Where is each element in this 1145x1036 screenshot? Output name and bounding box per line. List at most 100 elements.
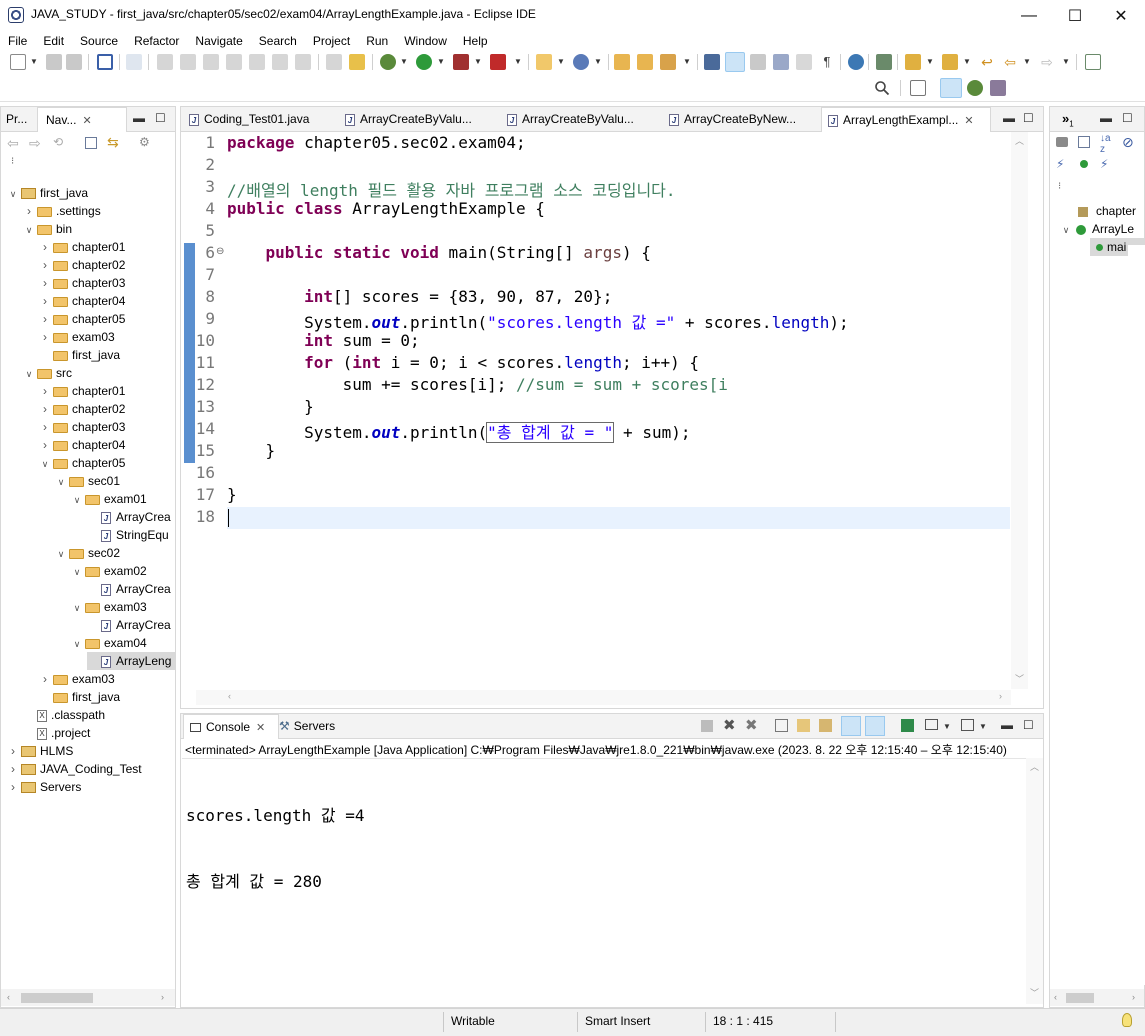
- hide-static-icon[interactable]: ⚡: [1056, 157, 1064, 171]
- minimize-button[interactable]: —: [1006, 0, 1052, 31]
- step-over-icon[interactable]: [272, 54, 288, 70]
- remove-all-launches-icon[interactable]: ✖: [745, 716, 758, 734]
- close-icon[interactable]: ✕: [964, 115, 973, 127]
- collapse-chevron-icon[interactable]: ›: [39, 670, 51, 688]
- tab-array-create-by-new[interactable]: J ArrayCreateByNew...: [665, 107, 824, 131]
- minimize-view-icon[interactable]: ▬: [1100, 111, 1112, 125]
- tab-package-explorer[interactable]: Pr...: [1, 107, 40, 131]
- collapse-chevron-icon[interactable]: ›: [39, 382, 51, 400]
- tree-item[interactable]: › chapter02: [39, 400, 125, 418]
- pin-editor-icon[interactable]: [1085, 54, 1101, 70]
- search-tool-icon[interactable]: [660, 54, 676, 70]
- tree-item[interactable]: › chapter03: [39, 274, 125, 292]
- menu-help[interactable]: Help: [455, 31, 496, 51]
- tree-item[interactable]: J StringEqu: [87, 526, 169, 544]
- close-icon[interactable]: ✕: [82, 115, 91, 127]
- outline-item-class[interactable]: ∨ ArrayLe: [1060, 220, 1134, 238]
- tree-item[interactable]: › chapter04: [39, 436, 125, 454]
- menu-project[interactable]: Project: [305, 31, 358, 51]
- menu-edit[interactable]: Edit: [35, 31, 72, 51]
- tree-item[interactable]: ∨ chapter05: [39, 454, 126, 473]
- tab-array-length-example[interactable]: J ArrayLengthExampl... ✕: [821, 107, 991, 132]
- tree-item[interactable]: ∨ first_java: [7, 184, 88, 202]
- link-with-editor-icon[interactable]: ⇆: [107, 134, 119, 151]
- collapse-chevron-icon[interactable]: ›: [39, 400, 51, 418]
- collapse-chevron-icon[interactable]: ›: [39, 256, 51, 274]
- back-nav-icon[interactable]: ⇦: [7, 135, 19, 152]
- tree-item[interactable]: X .classpath: [23, 706, 105, 724]
- tree-item[interactable]: › exam03: [39, 328, 115, 346]
- toggle-mark-occurrences-icon[interactable]: [704, 54, 720, 70]
- tree-item[interactable]: › chapter01: [39, 382, 125, 400]
- sort-icon[interactable]: ↓a z: [1100, 133, 1111, 155]
- debug-perspective-icon[interactable]: [967, 80, 983, 96]
- save-icon[interactable]: [46, 54, 62, 70]
- servers-tool-icon[interactable]: [876, 54, 892, 70]
- disconnect-icon[interactable]: [226, 54, 242, 70]
- up-nav-icon[interactable]: ⟲: [53, 135, 63, 149]
- suspend-icon[interactable]: [180, 54, 196, 70]
- last-edit-icon[interactable]: ↩: [979, 54, 995, 70]
- expand-chevron-icon[interactable]: ∨: [71, 599, 83, 617]
- tree-item[interactable]: X .project: [23, 724, 90, 742]
- collapse-chevron-icon[interactable]: ›: [39, 274, 51, 292]
- tree-item[interactable]: › JAVA_Coding_Test: [7, 760, 142, 778]
- back-icon[interactable]: ⇦: [1002, 54, 1018, 70]
- collapse-chevron-icon[interactable]: ›: [39, 436, 51, 454]
- scroll-lock-icon[interactable]: [797, 719, 810, 732]
- open-task-icon[interactable]: [637, 54, 653, 70]
- menu-source[interactable]: Source: [72, 31, 126, 51]
- expand-chevron-icon[interactable]: ∨: [71, 563, 83, 581]
- show-on-error-icon[interactable]: [865, 716, 885, 736]
- step-into-icon[interactable]: [249, 54, 265, 70]
- tree-item[interactable]: › exam03: [39, 670, 115, 688]
- tab-coding-test01[interactable]: J Coding_Test01.java: [185, 107, 339, 131]
- next-annotation-icon[interactable]: [905, 54, 921, 70]
- tree-item[interactable]: › chapter05: [39, 310, 125, 328]
- drop-to-frame-icon[interactable]: [326, 54, 342, 70]
- search-icon[interactable]: [874, 80, 890, 96]
- tab-console[interactable]: Console ✕: [183, 714, 279, 739]
- collapse-chevron-icon[interactable]: ›: [39, 310, 51, 328]
- outline-item-package[interactable]: chapter: [1078, 202, 1136, 220]
- tab-array-create-by-value-1[interactable]: J ArrayCreateByValu...: [341, 107, 500, 131]
- word-wrap-console-icon[interactable]: [819, 719, 832, 732]
- previous-annotation-icon[interactable]: [942, 54, 958, 70]
- collapse-chevron-icon[interactable]: ›: [7, 778, 19, 796]
- menu-navigate[interactable]: Navigate: [187, 31, 250, 51]
- tree-item[interactable]: › HLMS: [7, 742, 73, 760]
- step-return-icon[interactable]: [295, 54, 311, 70]
- menu-window[interactable]: Window: [396, 31, 455, 51]
- collapse-chevron-icon[interactable]: ›: [7, 742, 19, 760]
- debug-icon[interactable]: [380, 54, 396, 70]
- forward-icon[interactable]: ⇨: [1039, 54, 1055, 70]
- expand-chevron-icon[interactable]: ∨: [55, 545, 67, 563]
- git-perspective-icon[interactable]: [990, 80, 1006, 96]
- tree-item[interactable]: J ArrayCrea: [87, 508, 171, 526]
- expand-chevron-icon[interactable]: ∨: [39, 455, 51, 473]
- more-icon[interactable]: ⁝: [1058, 181, 1061, 192]
- tree-item[interactable]: ∨ src: [23, 364, 72, 382]
- tab-servers[interactable]: ⚒ Servers: [279, 714, 349, 738]
- collapse-all-icon[interactable]: [1078, 136, 1090, 148]
- expand-chevron-icon[interactable]: ∨: [71, 491, 83, 509]
- toggle-highlight-icon[interactable]: [725, 52, 745, 72]
- maximize-view-icon[interactable]: ☐: [1023, 718, 1034, 732]
- console-vscrollbar[interactable]: ︿ ﹀: [1026, 758, 1043, 1004]
- tree-item[interactable]: › chapter01: [39, 238, 125, 256]
- tab-array-create-by-value-2[interactable]: J ArrayCreateByValu...: [503, 107, 662, 131]
- tree-item[interactable]: › .settings: [23, 202, 101, 220]
- new-java-project-icon[interactable]: [536, 54, 552, 70]
- terminate-icon[interactable]: [203, 54, 219, 70]
- web-browser-icon[interactable]: [848, 54, 864, 70]
- console-output[interactable]: scores.length 값 =4 총 합계 값 = 280: [186, 761, 364, 937]
- run-icon[interactable]: [416, 54, 432, 70]
- open-type-icon[interactable]: [614, 54, 630, 70]
- pin-console-icon[interactable]: [901, 719, 914, 732]
- focus-icon[interactable]: [1056, 137, 1068, 147]
- collapse-chevron-icon[interactable]: ›: [23, 202, 35, 220]
- new-icon[interactable]: [10, 54, 26, 70]
- maximize-view-icon[interactable]: ☐: [1023, 111, 1034, 125]
- collapse-chevron-icon[interactable]: ›: [7, 760, 19, 778]
- view-menu-icon[interactable]: ⚙: [139, 135, 150, 149]
